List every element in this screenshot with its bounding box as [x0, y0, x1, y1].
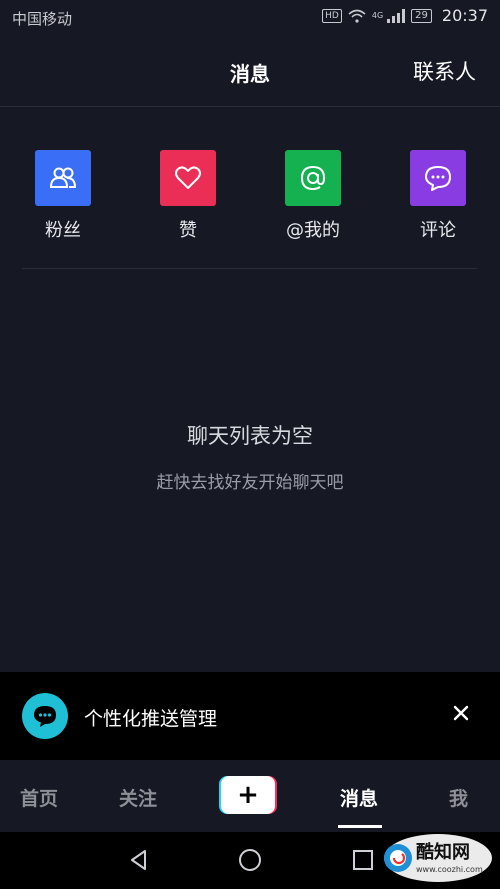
heart-icon: [160, 150, 216, 206]
mentions-button[interactable]: @我的: [273, 150, 353, 242]
mentions-label: @我的: [286, 220, 340, 241]
battery-icon: 29: [411, 8, 432, 23]
chat-bubble-icon: [22, 693, 68, 739]
fans-label: 粉丝: [45, 220, 81, 241]
fans-icon: [35, 150, 91, 206]
tab-me[interactable]: 我: [449, 784, 468, 811]
recents-icon[interactable]: [350, 847, 376, 873]
comments-button[interactable]: 评论: [398, 150, 478, 242]
page-header: 消息 联系人: [0, 34, 500, 107]
network-type: 4G: [371, 11, 384, 20]
at-icon: [285, 150, 341, 206]
signal-icon: [387, 8, 406, 23]
create-video-button[interactable]: +: [219, 776, 277, 814]
status-icons: HD 4G 29 20:37: [322, 6, 488, 25]
home-icon[interactable]: [237, 847, 263, 873]
empty-state-title: 聊天列表为空: [187, 424, 313, 448]
close-icon[interactable]: [450, 702, 472, 724]
back-icon[interactable]: [126, 847, 152, 873]
tab-follow[interactable]: 关注: [119, 784, 157, 811]
tab-home[interactable]: 首页: [20, 784, 58, 811]
site-watermark-logo: 酷知网 www.coozhi.com: [384, 834, 492, 882]
watermark-url: www.coozhi.com: [416, 865, 483, 874]
push-settings-banner[interactable]: 个性化推送管理: [0, 672, 500, 760]
comments-label: 评论: [420, 220, 456, 241]
hd-badge: HD: [322, 8, 342, 23]
watermark-brand: 酷知网: [416, 841, 470, 863]
likes-button[interactable]: 赞: [148, 150, 228, 242]
tab-messages[interactable]: 消息: [340, 784, 378, 811]
likes-label: 赞: [179, 220, 197, 241]
push-settings-label: 个性化推送管理: [84, 708, 218, 730]
wifi-icon: [348, 9, 366, 23]
clock: 20:37: [441, 6, 488, 25]
carrier-name: 中国移动: [12, 10, 73, 28]
fans-button[interactable]: 粉丝: [23, 150, 103, 242]
comment-icon: [410, 150, 466, 206]
quick-actions: 粉丝 赞 @我的 评论: [0, 150, 500, 270]
plus-icon: +: [221, 776, 275, 814]
contacts-button[interactable]: 联系人: [413, 56, 476, 86]
status-bar: 中国移动 HD 4G 29 20:37: [0, 0, 500, 34]
section-divider: [22, 268, 477, 269]
empty-state-subtitle: 赶快去找好友开始聊天吧: [156, 473, 344, 493]
